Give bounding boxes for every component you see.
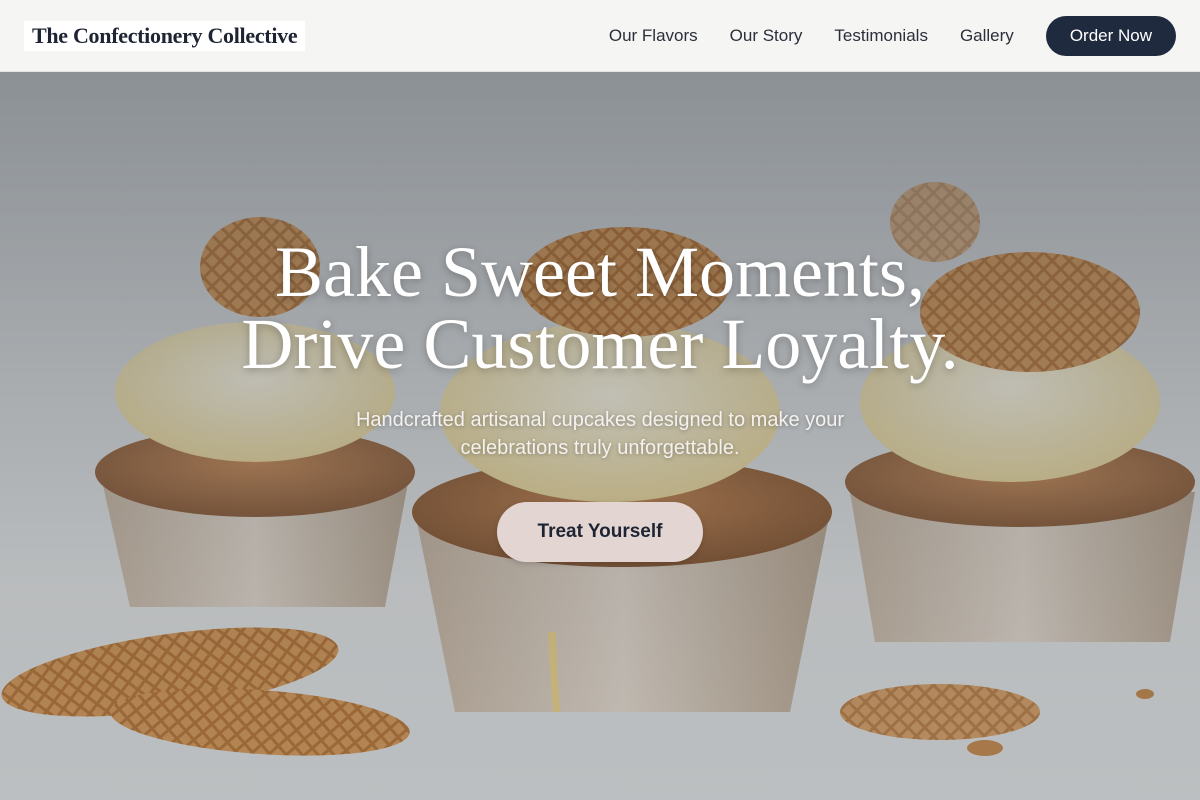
site-header: The Confectionery Collective Our Flavors… (0, 0, 1200, 72)
brand-logo[interactable]: The Confectionery Collective (24, 20, 306, 51)
hero-headline: Bake Sweet Moments, Drive Customer Loyal… (241, 236, 958, 380)
nav-link-gallery[interactable]: Gallery (960, 26, 1014, 46)
nav-link-our-story[interactable]: Our Story (730, 26, 803, 46)
nav-link-our-flavors[interactable]: Our Flavors (609, 26, 698, 46)
treat-yourself-button[interactable]: Treat Yourself (497, 502, 703, 562)
hero-headline-line-2: Drive Customer Loyalty. (241, 304, 959, 384)
order-now-button[interactable]: Order Now (1045, 15, 1176, 56)
main-nav: Our Flavors Our Story Testimonials Galle… (609, 15, 1176, 56)
hero-subheadline: Handcrafted artisanal cupcakes designed … (355, 409, 845, 459)
hero-section: Bake Sweet Moments, Drive Customer Loyal… (0, 72, 1200, 800)
nav-link-testimonials[interactable]: Testimonials (834, 26, 928, 46)
hero-content: Bake Sweet Moments, Drive Customer Loyal… (0, 72, 1200, 800)
hero-headline-line-1: Bake Sweet Moments, (275, 232, 925, 312)
